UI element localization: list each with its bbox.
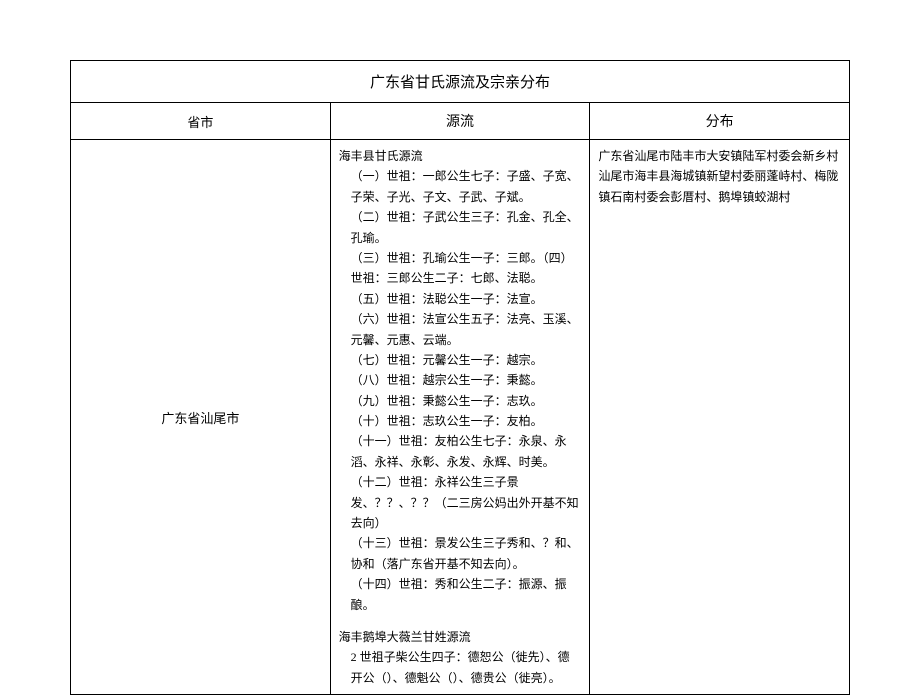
- origin-line: （五）世祖：法聪公生一子：法宣。: [339, 289, 582, 309]
- origin-line: （十三）世祖：景发公生三子秀和、？和、协和（落广东省开基不知去向）。: [339, 533, 582, 574]
- origin-line: （十二）世祖：永祥公生三子景发、？？、？？（二三房公妈出外开基不知去向）: [339, 472, 582, 533]
- region-text: 广东省汕尾市: [161, 411, 239, 426]
- header-region-label: 省市: [187, 115, 213, 130]
- distribution-line: 广东省汕尾市陆丰市大安镇陆军村委会新乡村: [598, 146, 841, 166]
- header-distribution-label: 分布: [706, 115, 734, 130]
- document-page: 广东省甘氏源流及宗亲分布 省市 源流 分布 广东省汕尾市 海丰县甘氏源流 （一）…: [0, 0, 920, 651]
- origin-line: （六）世祖：法宣公生五子：法亮、玉溪、元馨、元惠、云端。: [339, 309, 582, 350]
- table-row: 广东省汕尾市 海丰县甘氏源流 （一）世祖：一郎公生七子：子盛、子宽、子荣、子光、…: [71, 140, 850, 695]
- distribution-line: 汕尾市海丰县海城镇新望村委丽蓬峙村、梅陇镇石南村委会彭厝村、鹅埠镇蛟湖村: [598, 166, 841, 207]
- origin-line: （三）世祖：孔瑜公生一子：三郎。（四）世祖：三郎公生二子：七郎、法聪。: [339, 248, 582, 289]
- main-table: 广东省甘氏源流及宗亲分布 省市 源流 分布 广东省汕尾市 海丰县甘氏源流 （一）…: [70, 60, 850, 695]
- header-origin: 源流: [330, 103, 590, 140]
- header-origin-label: 源流: [446, 115, 474, 130]
- origin-line: （二）世祖：子武公生三子：孔金、孔全、孔瑜。: [339, 207, 582, 248]
- header-distribution: 分布: [590, 103, 850, 140]
- origin-line: （十一）世祖：友柏公生七子：永泉、永滔、永祥、永彰、永发、永辉、时美。: [339, 431, 582, 472]
- cell-region: 广东省汕尾市: [71, 140, 331, 695]
- origin-section1-title: 海丰县甘氏源流: [339, 146, 582, 166]
- cell-origin: 海丰县甘氏源流 （一）世祖：一郎公生七子：子盛、子宽、子荣、子光、子文、子武、子…: [330, 140, 590, 695]
- origin-line: （九）世祖：秉懿公生一子：志玖。: [339, 391, 582, 411]
- header-region: 省市: [71, 103, 331, 140]
- origin-line: （七）世祖：元馨公生一子：越宗。: [339, 350, 582, 370]
- table-title-cell: 广东省甘氏源流及宗亲分布: [71, 61, 850, 103]
- origin-line: （十）世祖：志玖公生一子：友柏。: [339, 411, 582, 431]
- origin-line: （八）世祖：越宗公生一子：秉懿。: [339, 370, 582, 390]
- cell-distribution: 广东省汕尾市陆丰市大安镇陆军村委会新乡村 汕尾市海丰县海城镇新望村委丽蓬峙村、梅…: [590, 140, 850, 695]
- distribution-content: 广东省汕尾市陆丰市大安镇陆军村委会新乡村 汕尾市海丰县海城镇新望村委丽蓬峙村、梅…: [598, 146, 841, 207]
- origin-line: （一）世祖：一郎公生七子：子盛、子宽、子荣、子光、子文、子武、子斌。: [339, 166, 582, 207]
- origin-line: （十四）世祖：秀和公生二子：振源、振酿。: [339, 574, 582, 615]
- origin-section2-title: 海丰鹅埠大薇兰甘姓源流: [339, 627, 582, 647]
- table-title: 广东省甘氏源流及宗亲分布: [370, 75, 550, 91]
- origin-content: 海丰县甘氏源流 （一）世祖：一郎公生七子：子盛、子宽、子荣、子光、子文、子武、子…: [339, 146, 582, 688]
- origin-line: 2 世祖子柴公生四子：德恕公（徙先）、德开公（）、德魁公（）、德贵公（徙亮）。: [339, 647, 582, 688]
